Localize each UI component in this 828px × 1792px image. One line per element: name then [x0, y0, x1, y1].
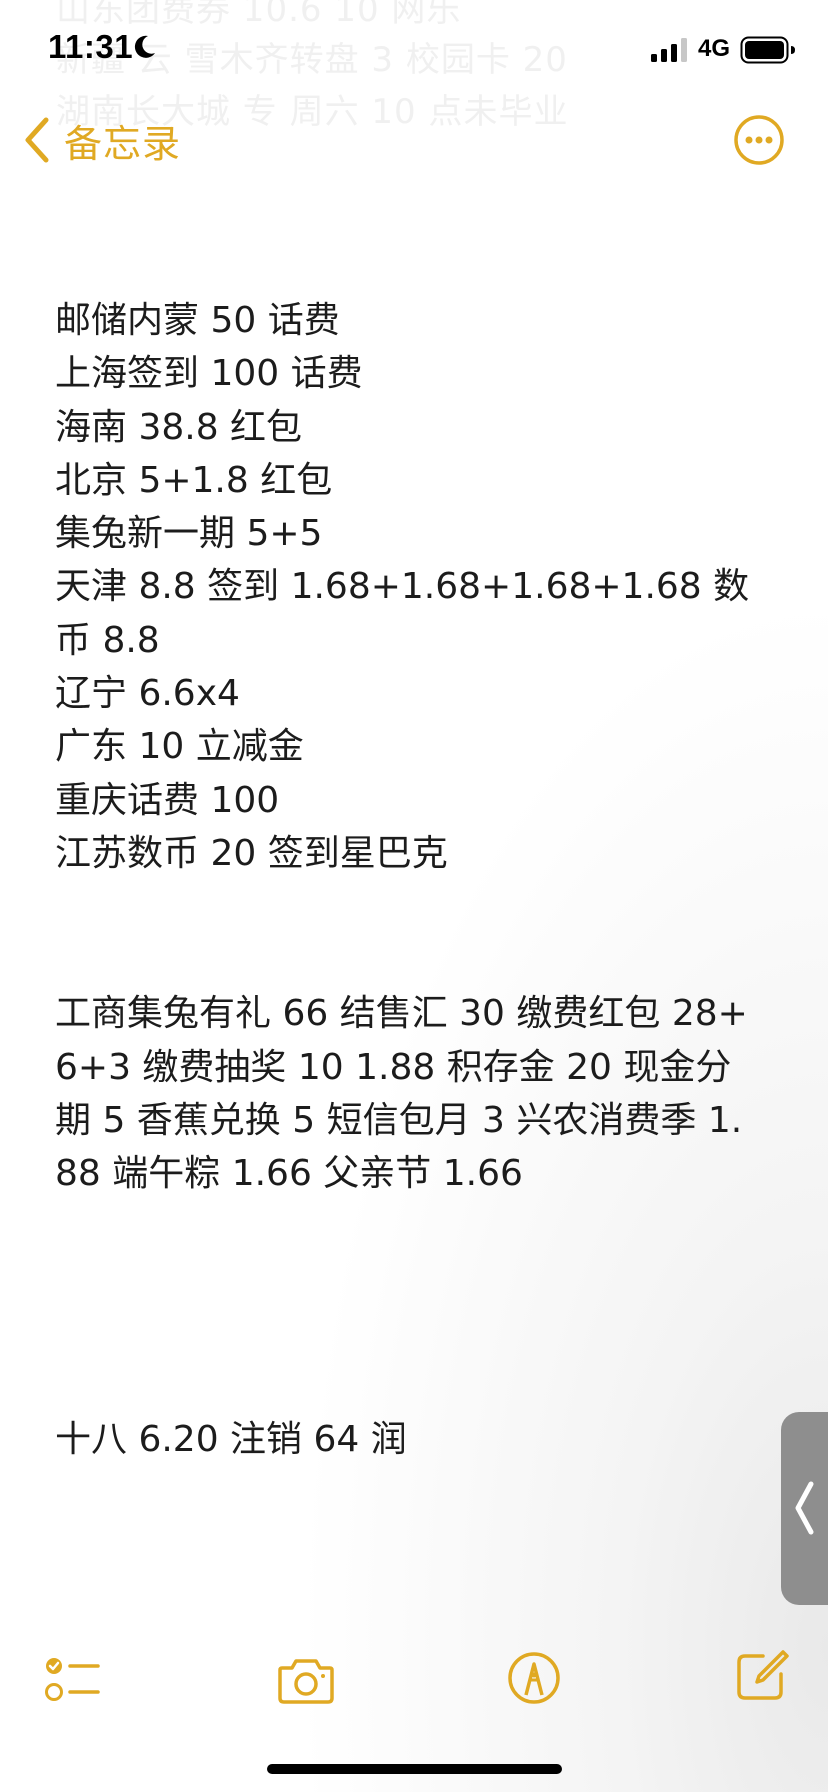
note-line: 北京 5+1.8 红包 [55, 459, 333, 501]
chevron-left-icon [795, 1481, 814, 1535]
note-line: 集兔新一期 5+5 [55, 513, 323, 555]
camera-icon[interactable] [276, 1652, 336, 1708]
status-bar: 11:31 4G [0, 0, 828, 100]
home-indicator[interactable] [267, 1764, 562, 1774]
back-button-label: 备忘录 [64, 121, 182, 166]
back-button[interactable]: 备忘录 [22, 112, 181, 168]
note-line: 江苏数币 20 签到星巴克 [55, 832, 448, 874]
notes-screen: 山东团费券 10.6 10 网乐 新疆 云 雪木齐转盘 3 校园卡 20 湖南长… [0, 0, 828, 1792]
note-line: 上海签到 100 话费 [55, 353, 363, 395]
markup-pen-icon[interactable] [507, 1651, 561, 1705]
note-line: 邮储内蒙 50 话费 [55, 300, 340, 341]
status-time: 11:31 [48, 28, 134, 65]
chevron-left-icon [25, 117, 49, 163]
note-line: 广东 10 立减金 [55, 726, 304, 768]
signal-icon [651, 38, 687, 62]
note-line: 十八 6.20 注销 64 润 [55, 1419, 407, 1461]
battery-icon [740, 36, 795, 64]
note-line: 重庆话费 100 [55, 779, 280, 821]
compose-icon[interactable] [733, 1648, 789, 1704]
note-paragraph: 工商集兔有礼 66 结售汇 30 缴费红包 28+6+3 缴费抽奖 10 1.8… [55, 993, 748, 1195]
note-line: 海南 38.8 红包 [55, 406, 303, 448]
side-panel-handle[interactable] [781, 1412, 828, 1605]
note-content[interactable]: 邮储内蒙 50 话费 上海签到 100 话费 海南 38.8 红包 北京 5+1… [55, 294, 755, 1467]
note-line: 天津 8.8 签到 1.68+1.68+1.68+1.68 数币 8.8 [55, 566, 750, 661]
moon-icon [134, 35, 155, 58]
more-options-icon[interactable] [733, 114, 785, 166]
network-type-label: 4G [698, 35, 731, 62]
note-line: 辽宁 6.6x4 [55, 673, 240, 715]
checklist-icon[interactable] [44, 1652, 100, 1708]
